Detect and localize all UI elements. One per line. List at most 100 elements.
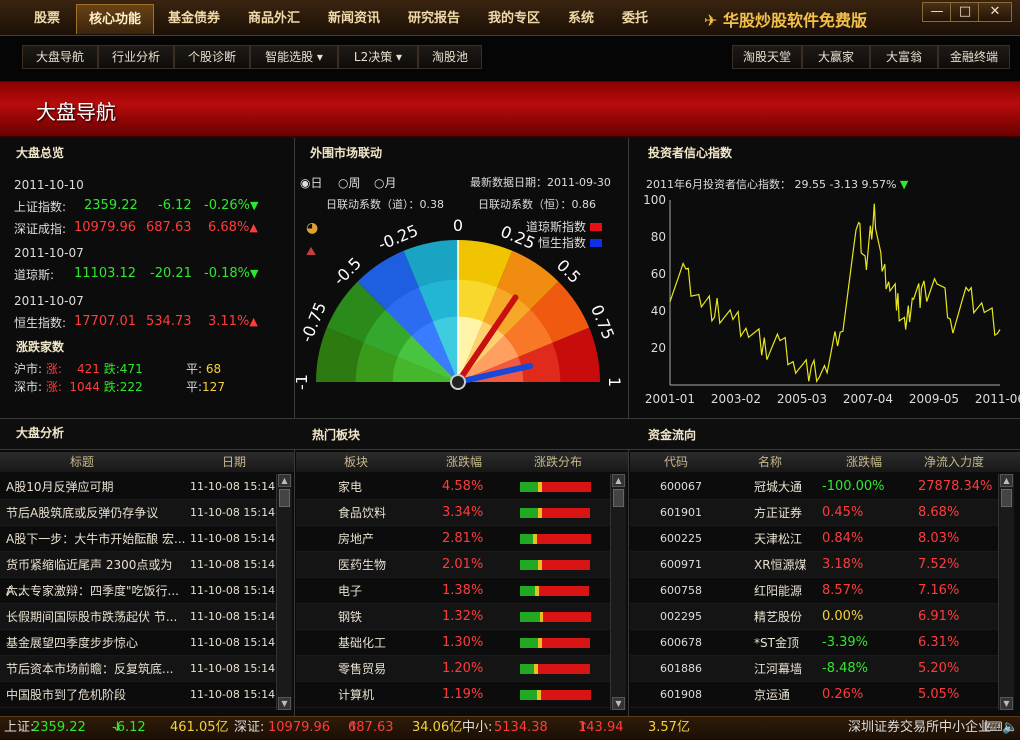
- menu-tab-commodities[interactable]: 商品外汇: [238, 4, 310, 34]
- subnav-market-nav[interactable]: 大盘导航: [22, 45, 98, 69]
- sector-name[interactable]: 医药生物: [338, 552, 386, 578]
- table-row[interactable]: 600971 XR恒源煤 3.18% 7.52%: [630, 552, 998, 578]
- news-title[interactable]: 长假期间国际股市跌荡起伏 节...: [6, 604, 186, 630]
- news-title[interactable]: A股下一步：大牛市开始酝酿 宏...: [6, 526, 186, 552]
- col-sector[interactable]: 板块: [344, 452, 368, 472]
- subnav-diagnosis[interactable]: 个股诊断: [174, 45, 250, 69]
- table-row[interactable]: 601901 方正证券 0.45% 8.68%: [630, 500, 998, 526]
- table-row[interactable]: 医药生物 2.01%: [296, 552, 610, 578]
- stock-name[interactable]: 天津松江: [754, 526, 802, 552]
- menu-tab-core[interactable]: 核心功能: [76, 4, 154, 34]
- table-row[interactable]: 钢铁 1.32%: [296, 604, 610, 630]
- scroll-thumb[interactable]: [279, 489, 290, 507]
- sector-name[interactable]: 基础化工: [338, 630, 386, 656]
- sector-name[interactable]: 计算机: [338, 682, 374, 708]
- stock-name[interactable]: XR恒源煤: [754, 552, 807, 578]
- menu-tab-trade[interactable]: 委托: [612, 4, 658, 34]
- menu-tab-my-zone[interactable]: 我的专区: [478, 4, 550, 34]
- menu-tab-stocks[interactable]: 股票: [22, 4, 72, 34]
- news-title[interactable]: 基金展望四季度步步惊心: [6, 630, 186, 656]
- hot-scrollbar[interactable]: ▲ ▼: [610, 474, 626, 710]
- close-button[interactable]: ✕: [978, 2, 1012, 22]
- menu-tab-research[interactable]: 研究报告: [398, 4, 470, 34]
- sector-name[interactable]: 房地产: [338, 526, 374, 552]
- analysis-scrollbar[interactable]: ▲ ▼: [276, 474, 292, 710]
- scroll-up-icon[interactable]: ▲: [278, 474, 291, 487]
- table-row[interactable]: 基金展望四季度步步惊心 11-10-08 15:14: [0, 630, 276, 656]
- table-row[interactable]: 节后A股筑底或反弹仍存争议 11-10-08 15:14: [0, 500, 276, 526]
- table-row[interactable]: A股10月反弹应可期 11-10-08 15:14: [0, 474, 276, 500]
- table-row[interactable]: 基础化工 1.30%: [296, 630, 610, 656]
- speaker-icon[interactable]: 🔈: [1002, 717, 1018, 739]
- period-radio-day[interactable]: ◉日: [300, 174, 323, 191]
- table-row[interactable]: 002295 精艺股份 0.00% 6.91%: [630, 604, 998, 630]
- subnav-terminal[interactable]: 金融终端: [938, 45, 1010, 69]
- stock-name[interactable]: 京运通: [754, 682, 790, 708]
- sector-name[interactable]: 电子: [338, 578, 362, 604]
- table-row[interactable]: 六大专家激辩：四季度"吃饭行... 11-10-08 15:14: [0, 578, 276, 604]
- period-radio-week[interactable]: ○周: [338, 174, 361, 191]
- table-row[interactable]: 家电 4.58%: [296, 474, 610, 500]
- news-title[interactable]: 节后资本市场前瞻：反复筑底...: [6, 656, 186, 682]
- col-code[interactable]: 代码: [664, 452, 688, 472]
- table-row[interactable]: 601886 江河幕墙 -8.48% 5.20%: [630, 656, 998, 682]
- table-row[interactable]: 601908 京运通 0.26% 5.05%: [630, 682, 998, 708]
- subnav-winner[interactable]: 大赢家: [802, 45, 870, 69]
- table-row[interactable]: 600758 红阳能源 8.57% 7.16%: [630, 578, 998, 604]
- table-row[interactable]: 房地产 2.81%: [296, 526, 610, 552]
- news-title[interactable]: 六大专家激辩：四季度"吃饭行...: [6, 578, 186, 604]
- table-row[interactable]: 食品饮料 3.34%: [296, 500, 610, 526]
- maximize-button[interactable]: □: [950, 2, 980, 22]
- menu-tab-funds[interactable]: 基金债券: [158, 4, 230, 34]
- table-row[interactable]: 计算机 1.19%: [296, 682, 610, 708]
- news-title[interactable]: A股10月反弹应可期: [6, 474, 186, 500]
- col-dist[interactable]: 涨跌分布: [534, 452, 582, 472]
- news-title[interactable]: 中国股市到了危机阶段: [6, 682, 186, 708]
- flow-scrollbar[interactable]: ▲ ▼: [998, 474, 1014, 710]
- sector-name[interactable]: 零售贸易: [338, 656, 386, 682]
- table-row[interactable]: 货币紧缩临近尾声 2300点或为A... 11-10-08 15:14: [0, 552, 276, 598]
- col-inflow[interactable]: 净流入力度: [924, 452, 984, 472]
- table-row[interactable]: 600225 天津松江 0.84% 8.03%: [630, 526, 998, 552]
- table-row[interactable]: 长假期间国际股市跌荡起伏 节... 11-10-08 15:14: [0, 604, 276, 630]
- scroll-thumb[interactable]: [1001, 489, 1012, 507]
- keyboard-icon[interactable]: ⌨: [984, 717, 1003, 739]
- stock-name[interactable]: 方正证券: [754, 500, 802, 526]
- subnav-heaven[interactable]: 淘股天堂: [732, 45, 802, 69]
- col-flow-pct[interactable]: 涨跌幅: [846, 452, 882, 472]
- scroll-up-icon[interactable]: ▲: [1000, 474, 1013, 487]
- table-row[interactable]: 零售贸易 1.20%: [296, 656, 610, 682]
- sector-name[interactable]: 食品饮料: [338, 500, 386, 526]
- table-row[interactable]: 电子 1.38%: [296, 578, 610, 604]
- stock-name[interactable]: 冠城大通: [754, 474, 802, 500]
- sector-name[interactable]: 家电: [338, 474, 362, 500]
- period-radio-month[interactable]: ○月: [374, 174, 397, 191]
- col-pct[interactable]: 涨跌幅: [446, 452, 482, 472]
- minimize-button[interactable]: —: [922, 2, 952, 22]
- scroll-thumb[interactable]: [613, 489, 624, 507]
- menu-tab-system[interactable]: 系统: [558, 4, 604, 34]
- news-title[interactable]: 节后A股筑底或反弹仍存争议: [6, 500, 186, 526]
- table-row[interactable]: 600678 *ST金顶 -3.39% 6.31%: [630, 630, 998, 656]
- subnav-stock-pool[interactable]: 淘股池: [418, 45, 482, 69]
- sector-name[interactable]: 钢铁: [338, 604, 362, 630]
- table-row[interactable]: 节后资本市场前瞻：反复筑底... 11-10-08 15:14: [0, 656, 276, 682]
- stock-name[interactable]: 精艺股份: [754, 604, 802, 630]
- scroll-down-icon[interactable]: ▼: [612, 697, 625, 710]
- stock-name[interactable]: 红阳能源: [754, 578, 802, 604]
- col-title[interactable]: 标题: [70, 452, 94, 472]
- menu-tab-news[interactable]: 新闻资讯: [318, 4, 390, 34]
- subnav-tycoon[interactable]: 大富翁: [870, 45, 938, 69]
- subnav-industry[interactable]: 行业分析: [98, 45, 174, 69]
- table-row[interactable]: 中国股市到了危机阶段 11-10-08 15:14: [0, 682, 276, 708]
- subnav-l2[interactable]: L2决策 ▾: [338, 45, 418, 69]
- scroll-down-icon[interactable]: ▼: [1000, 697, 1013, 710]
- stock-name[interactable]: *ST金顶: [754, 630, 799, 656]
- scroll-up-icon[interactable]: ▲: [612, 474, 625, 487]
- subnav-smart-pick[interactable]: 智能选股 ▾: [250, 45, 338, 69]
- stock-name[interactable]: 江河幕墙: [754, 656, 802, 682]
- scroll-down-icon[interactable]: ▼: [278, 697, 291, 710]
- table-row[interactable]: 600067 冠城大通 -100.00% 27878.34%: [630, 474, 998, 500]
- col-date[interactable]: 日期: [222, 452, 246, 472]
- table-row[interactable]: A股下一步：大牛市开始酝酿 宏... 11-10-08 15:14: [0, 526, 276, 552]
